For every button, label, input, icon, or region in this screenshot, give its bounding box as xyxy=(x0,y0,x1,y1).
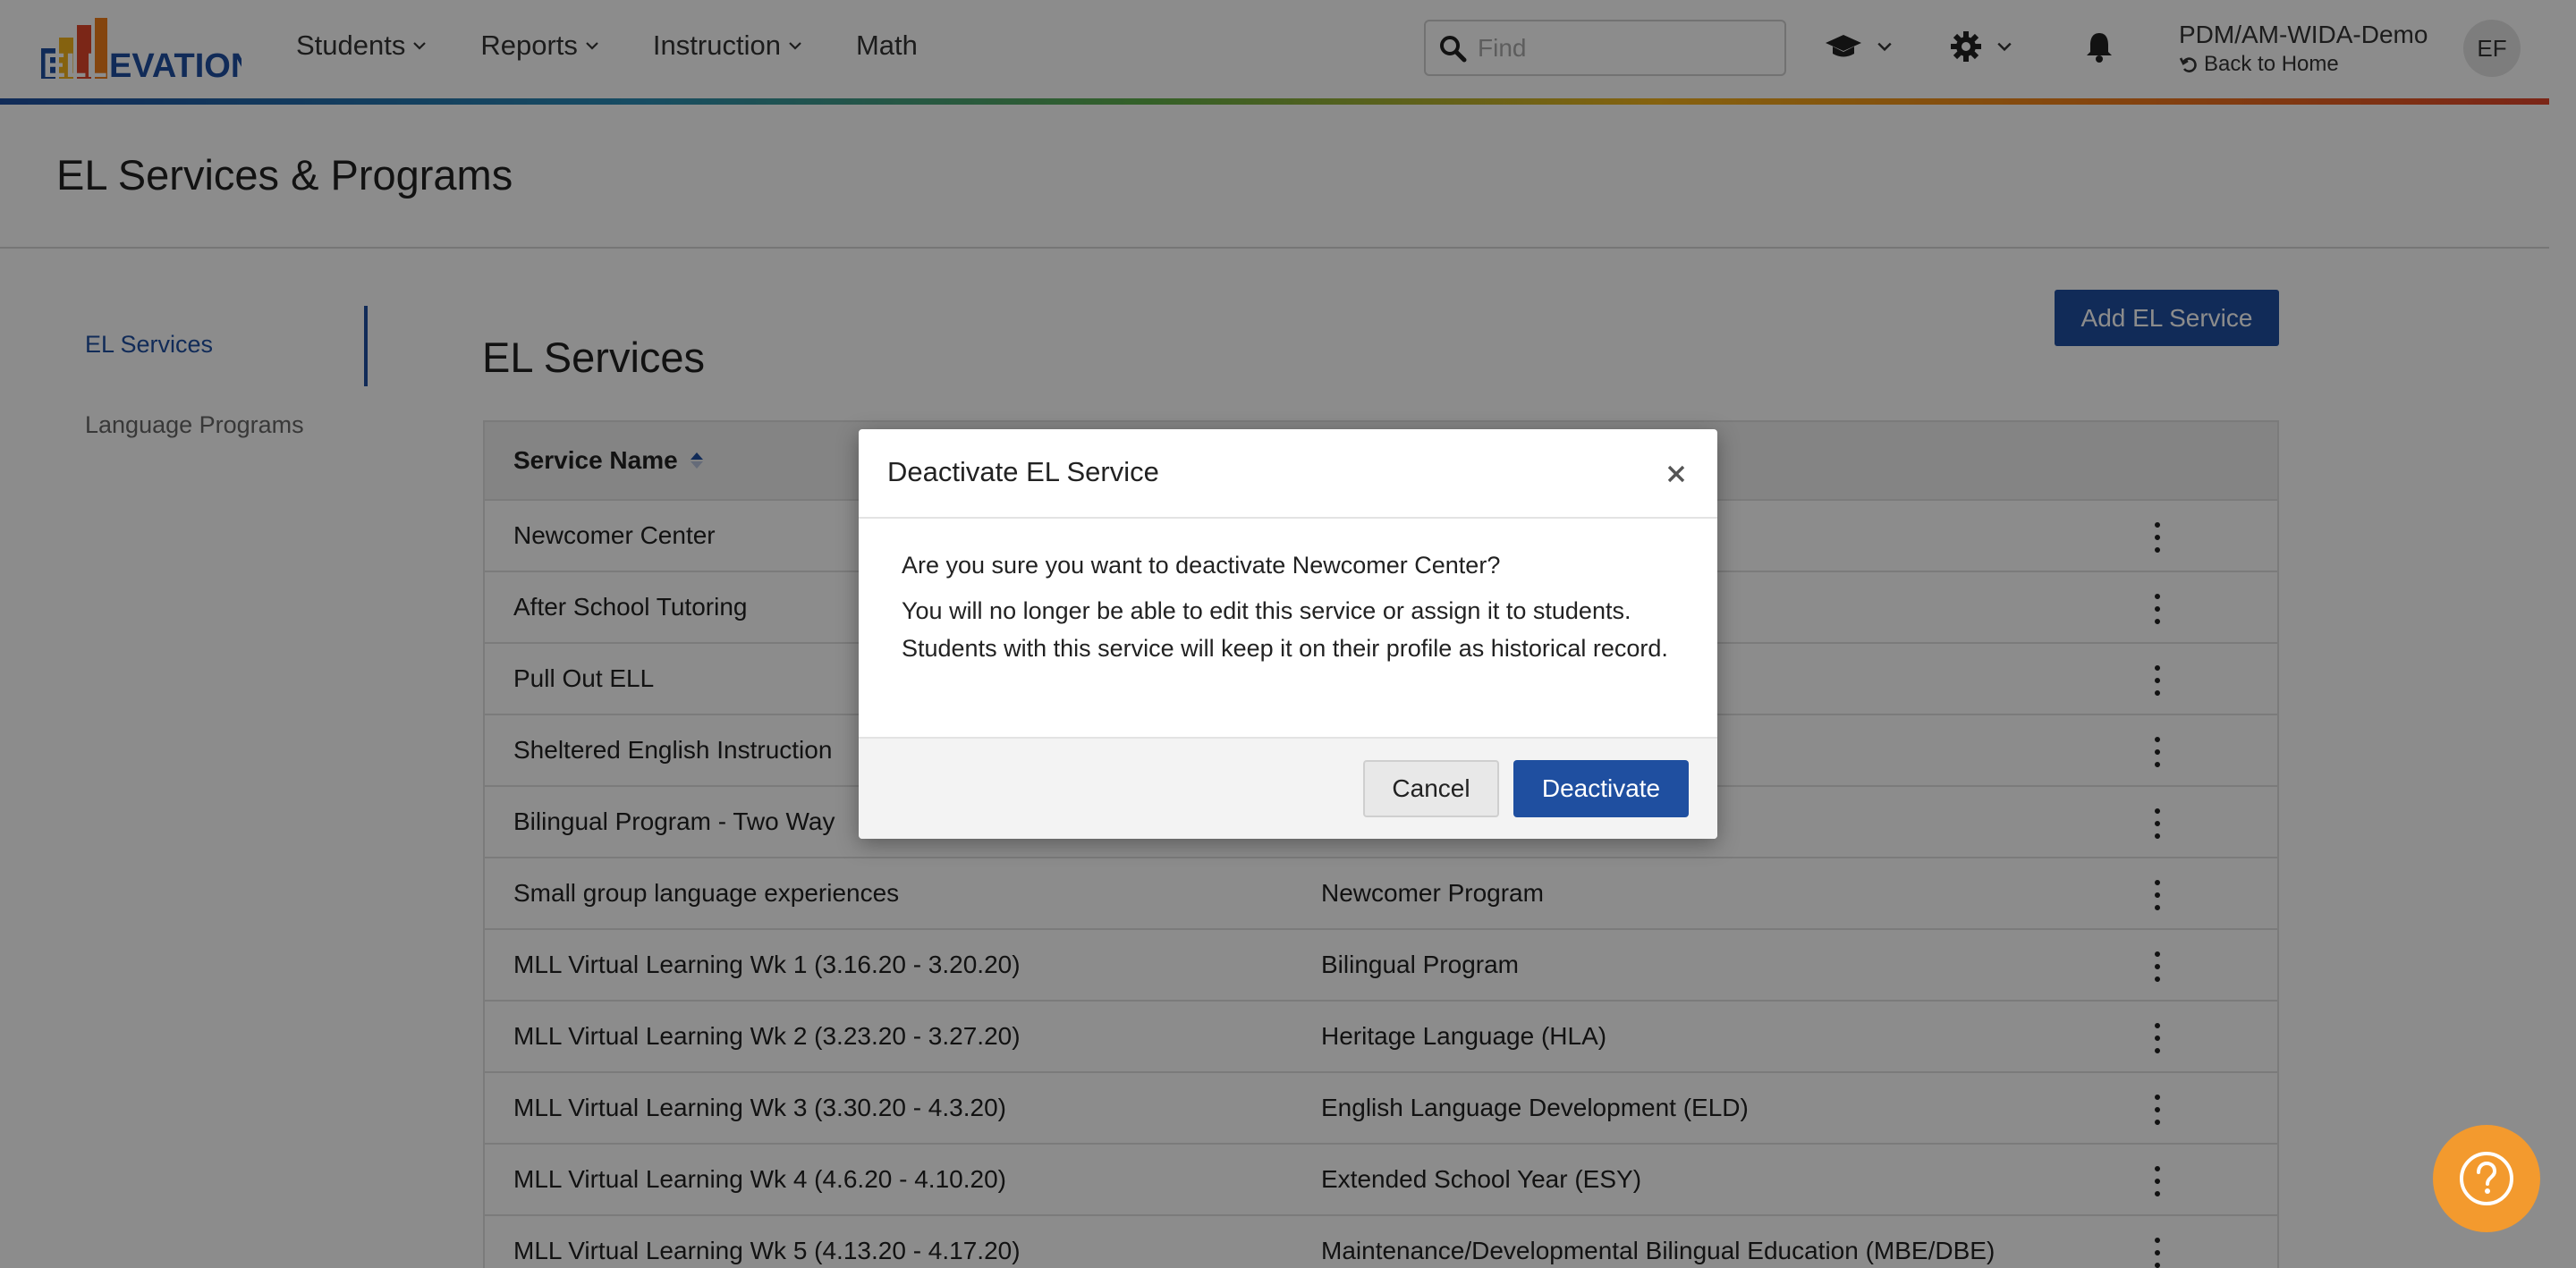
dialog-body: Are you sure you want to deactivate Newc… xyxy=(859,519,1717,737)
close-icon[interactable] xyxy=(1660,458,1692,490)
deactivate-button[interactable]: Deactivate xyxy=(1513,760,1689,817)
cancel-button[interactable]: Cancel xyxy=(1363,760,1499,817)
question-icon xyxy=(2460,1152,2513,1205)
deactivate-dialog: Deactivate EL Service Are you sure you w… xyxy=(859,429,1717,839)
dialog-title: Deactivate EL Service xyxy=(887,456,1159,487)
help-button[interactable] xyxy=(2433,1125,2540,1232)
dialog-question: Are you sure you want to deactivate Newc… xyxy=(902,552,1501,579)
dialog-header: Deactivate EL Service xyxy=(859,429,1717,519)
dialog-description: You will no longer be able to edit this … xyxy=(902,597,1668,662)
dialog-footer: Cancel Deactivate xyxy=(859,737,1717,839)
